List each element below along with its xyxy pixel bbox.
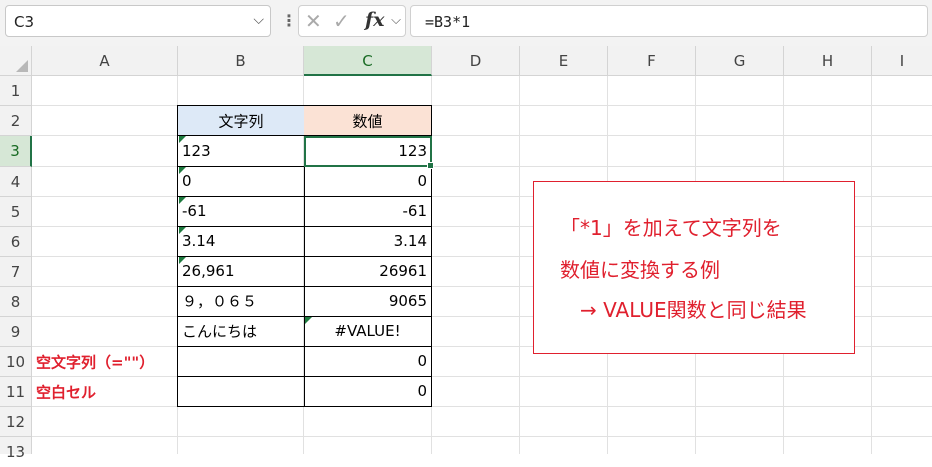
column-header-g[interactable]: G [696, 46, 784, 76]
cell-value: #VALUE! [334, 322, 401, 340]
cell-value: 0 [417, 382, 427, 400]
cell-text: 0 [182, 172, 192, 190]
row-header-8[interactable]: 8 [0, 287, 32, 317]
cell-text: 123 [182, 141, 211, 160]
formula-value[interactable]: =B3*1 [425, 13, 470, 31]
formula-input[interactable]: =B3*1 [410, 5, 928, 37]
row-label-empty-string: 空文字列（=""） [36, 353, 155, 371]
fx-icon[interactable]: fx [365, 9, 385, 31]
row-header-1[interactable]: 1 [0, 76, 32, 106]
formula-bar: C3 ⌵ ⋮ ✕ ✓ fx ⌵ =B3*1 [0, 0, 932, 46]
column-header-b[interactable]: B [178, 46, 304, 76]
row-header-5[interactable]: 5 [0, 197, 32, 227]
cell-c7[interactable]: 26961 [304, 256, 432, 287]
cell-b4[interactable]: 0 [177, 166, 305, 197]
row-header-9[interactable]: 9 [0, 317, 32, 347]
cell-value: 0 [417, 172, 427, 190]
cell-b2[interactable]: 文字列 [177, 105, 305, 136]
cell-b3[interactable]: 123 [177, 135, 305, 167]
cell-c2[interactable]: 数値 [304, 105, 432, 136]
row-header-7[interactable]: 7 [0, 257, 32, 287]
gridline [32, 436, 932, 437]
gridline [32, 166, 932, 167]
row-header-2[interactable]: 2 [0, 106, 32, 136]
more-options-icon[interactable]: ⋮ [281, 12, 297, 30]
header-text-string: 文字列 [218, 112, 264, 130]
cell-c10[interactable]: 0 [304, 346, 432, 377]
cell-value: 0 [417, 352, 427, 370]
cell-a11[interactable]: 空白セル [32, 376, 178, 407]
gridline [519, 76, 520, 454]
cell-text: 26,961 [182, 262, 235, 280]
cell-c9[interactable]: #VALUE! [304, 316, 432, 347]
chevron-down-icon[interactable]: ⌵ [391, 13, 401, 28]
formula-controls: ✕ ✓ fx ⌵ [298, 5, 406, 37]
cell-c4[interactable]: 0 [304, 166, 432, 197]
cell-c5[interactable]: -61 [304, 196, 432, 227]
cell-value: 9065 [388, 292, 427, 310]
column-header-e[interactable]: E [520, 46, 608, 76]
cell-b9[interactable]: こんにちは [177, 316, 305, 347]
name-box[interactable]: C3 ⌵ [5, 5, 271, 37]
gridline [32, 135, 932, 136]
row-header-13[interactable]: 13 [0, 437, 32, 461]
cell-b5[interactable]: -61 [177, 196, 305, 227]
fill-handle[interactable] [427, 162, 434, 169]
select-all-button[interactable] [0, 46, 32, 76]
chevron-down-icon[interactable]: ⌵ [253, 12, 264, 28]
cell-b11[interactable] [177, 376, 305, 407]
cell-c11[interactable]: 0 [304, 376, 432, 407]
column-header-f[interactable]: F [608, 46, 696, 76]
cell-value: -61 [402, 202, 428, 220]
row-label-blank-cell: 空白セル [36, 383, 97, 401]
row-header-4[interactable]: 4 [0, 167, 32, 197]
cell-b7[interactable]: 26,961 [177, 256, 305, 287]
row-header-10[interactable]: 10 [0, 347, 32, 377]
header-text-number: 数値 [352, 112, 383, 130]
cell-b6[interactable]: 3.14 [177, 226, 305, 257]
close-icon[interactable]: ✕ [305, 9, 322, 33]
column-header-i[interactable]: I [872, 46, 932, 76]
cell-c8[interactable]: 9065 [304, 286, 432, 317]
column-header-h[interactable]: H [784, 46, 872, 76]
column-header-a[interactable]: A [32, 46, 178, 76]
cell-value: 3.14 [393, 232, 427, 250]
cell-value: 26961 [379, 262, 427, 280]
callout-line-2: 数値に変換する例 [560, 258, 720, 282]
column-header-c[interactable]: C [304, 46, 432, 76]
select-all-icon [16, 60, 28, 72]
name-box-value[interactable]: C3 [14, 13, 34, 31]
row-header-12[interactable]: 12 [0, 407, 32, 437]
gridline [32, 105, 932, 106]
row-header-3[interactable]: 3 [0, 136, 32, 167]
callout-line-3: → VALUE関数と同じ結果 [580, 298, 807, 322]
cell-c6[interactable]: 3.14 [304, 226, 432, 257]
row-header-11[interactable]: 11 [0, 377, 32, 407]
cell-text: 3.14 [182, 232, 216, 250]
active-cell-selection [304, 136, 432, 167]
annotation-callout: 「*1」を加えて文字列を 数値に変換する例 → VALUE関数と同じ結果 [533, 181, 855, 354]
cell-b10[interactable] [177, 346, 305, 377]
check-icon[interactable]: ✓ [333, 9, 350, 33]
column-header-d[interactable]: D [432, 46, 520, 76]
cell-text: こんにちは [182, 322, 258, 341]
gridline [871, 76, 872, 454]
callout-line-1: 「*1」を加えて文字列を [560, 216, 782, 240]
cell-a10[interactable]: 空文字列（=""） [32, 346, 178, 377]
cell-text: ９，０６５ [182, 292, 258, 311]
cell-text: -61 [182, 202, 207, 220]
cell-b8[interactable]: ９，０６５ [177, 286, 305, 317]
row-header-6[interactable]: 6 [0, 227, 32, 257]
